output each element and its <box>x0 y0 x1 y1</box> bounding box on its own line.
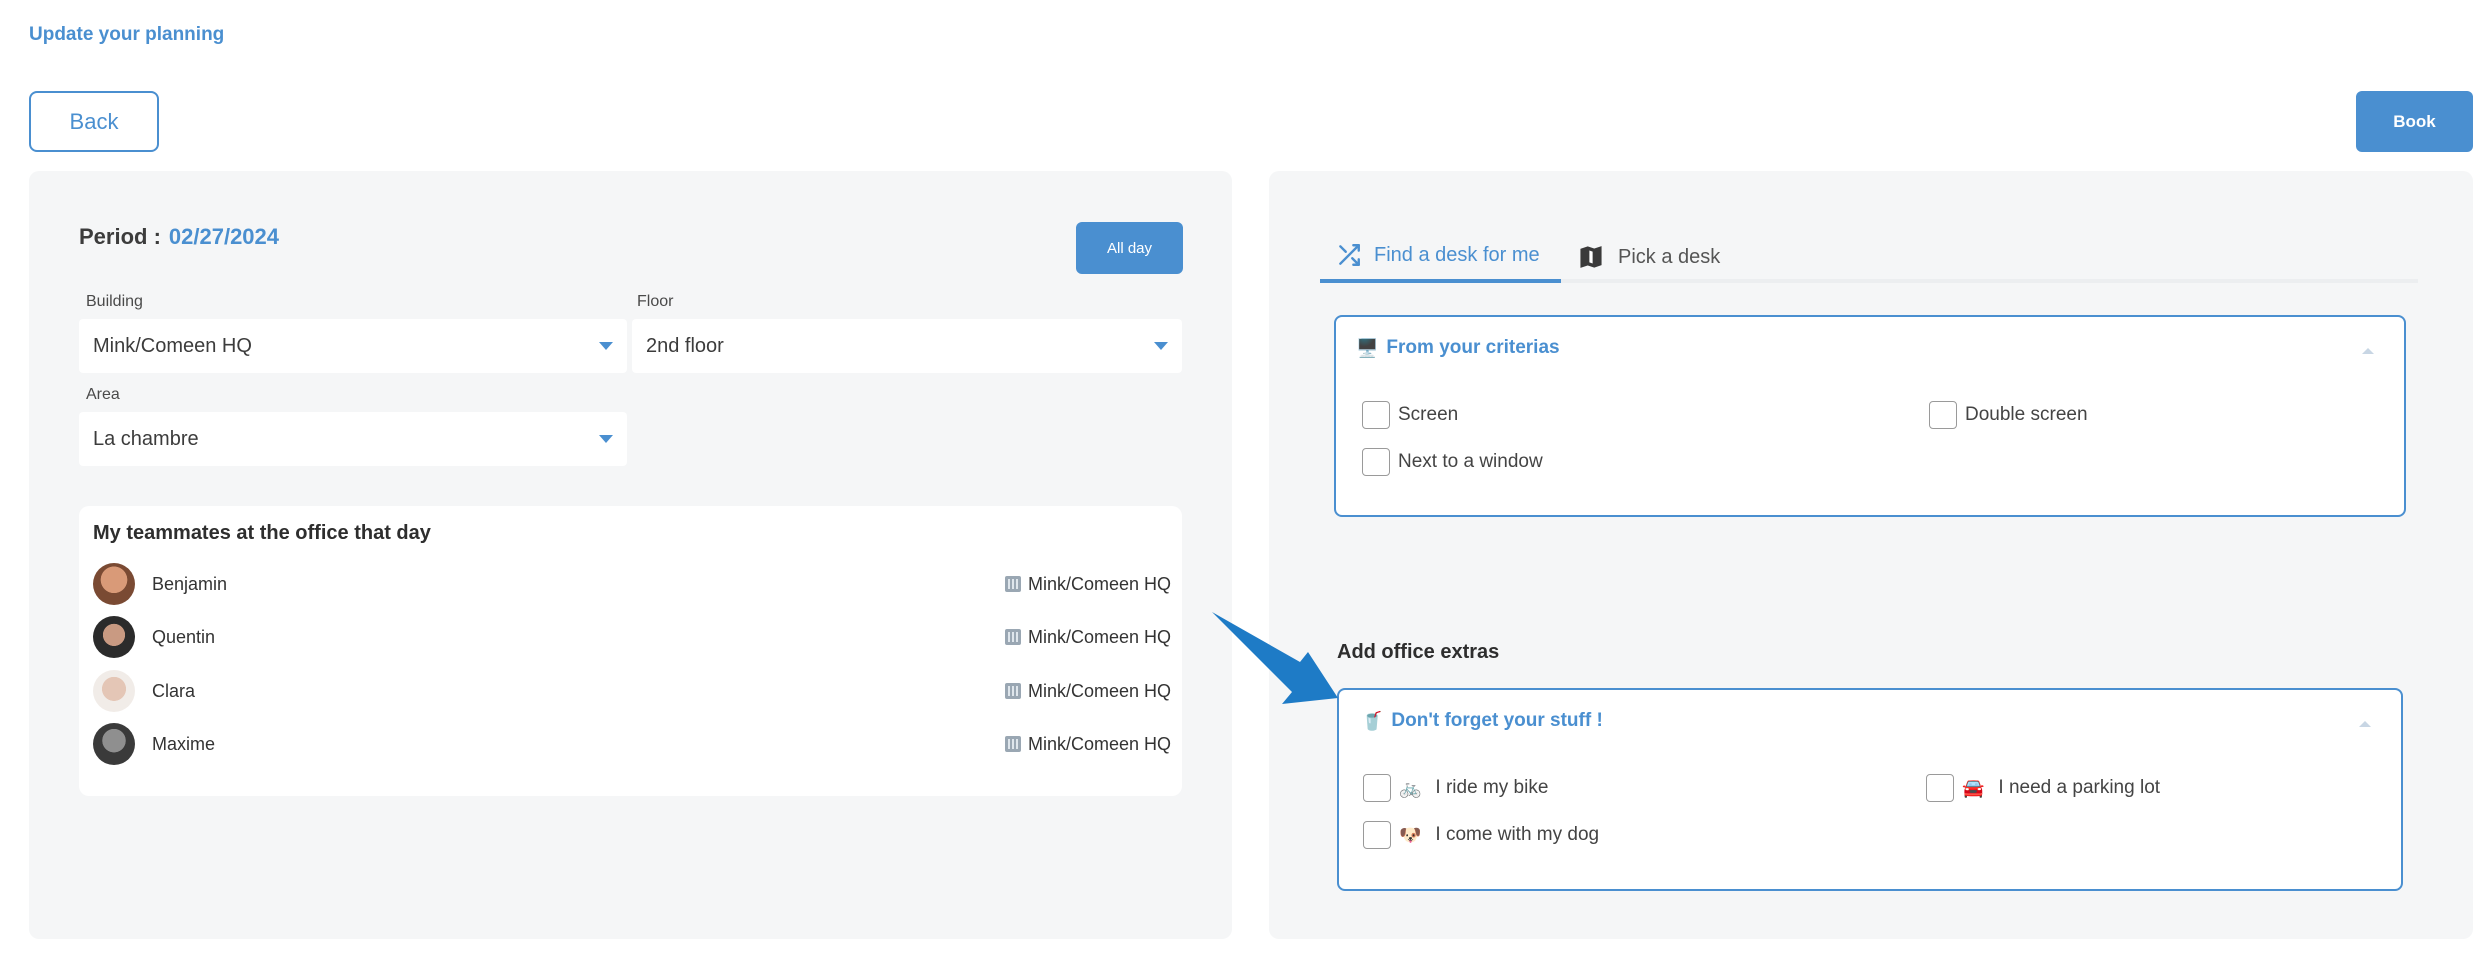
page-title: Update your planning <box>29 24 225 45</box>
teammate-location: Mink/Comeen HQ <box>1004 733 1171 755</box>
all-day-button[interactable]: All day <box>1076 222 1183 274</box>
chevron-down-icon <box>599 342 613 350</box>
area-label: Area <box>86 386 120 403</box>
window-checkbox[interactable] <box>1362 448 1390 476</box>
teammate-name: Maxime <box>152 733 216 754</box>
stuff-title: Don't forget your stuff ! <box>1391 710 1603 731</box>
chevron-down-icon <box>599 435 613 443</box>
teammate-name: Clara <box>152 680 196 701</box>
shuffle-icon <box>1339 244 1360 266</box>
floor-value: 2nd floor <box>646 334 724 357</box>
desktop-icon: 🖥️ <box>1356 337 1379 358</box>
floor-select[interactable]: 2nd floor <box>632 319 1182 373</box>
extra-option-label: I come with my dog <box>1435 824 1600 845</box>
area-select[interactable]: La chambre <box>79 412 627 466</box>
extra-option-label: I ride my bike <box>1435 777 1549 798</box>
criteria-option-label: Next to a window <box>1398 451 1543 472</box>
teammate-location-text: Mink/Comeen HQ <box>1027 680 1171 701</box>
teammates-card: My teammates at the office that day Benj… <box>79 506 1182 796</box>
teammate-location-text: Mink/Comeen HQ <box>1027 573 1171 594</box>
book-button[interactable]: Book <box>2356 91 2473 152</box>
stuff-card: 🥤 Don't forget your stuff ! 🚲 I ride my … <box>1337 688 2403 891</box>
criteria-card: 🖥️ From your criterias Screen Double scr… <box>1334 315 2406 517</box>
extra-option-label: I need a parking lot <box>1998 777 2161 798</box>
teammate-location: Mink/Comeen HQ <box>1004 680 1171 702</box>
tab-pick-desk[interactable]: Pick a desk <box>1578 231 1720 283</box>
avatar <box>93 723 135 765</box>
building-icon <box>1004 629 1021 645</box>
extra-option-parking[interactable]: 🚘 I need a parking lot <box>1926 774 2160 802</box>
bike-icon: 🚲 <box>1399 777 1422 798</box>
criteria-title: From your criterias <box>1386 337 1560 358</box>
criteria-header[interactable]: 🖥️ From your criterias <box>1356 337 1560 359</box>
teammate-location: Mink/Comeen HQ <box>1004 573 1171 595</box>
bike-checkbox[interactable] <box>1363 774 1391 802</box>
car-icon: 🚘 <box>1962 777 1985 798</box>
desk-selection-panel: Find a desk for me Pick a desk 🖥️ From y… <box>1269 171 2473 939</box>
building-icon <box>1004 576 1021 592</box>
tab-find-desk-label: Find a desk for me <box>1374 243 1540 266</box>
dog-checkbox[interactable] <box>1363 821 1391 849</box>
annotation-arrow <box>1212 612 1338 704</box>
teammate-row: Quentin Mink/Comeen HQ <box>93 616 1173 658</box>
period-label: Period : <box>79 224 161 249</box>
desk-tabs: Find a desk for me Pick a desk <box>1320 231 2418 283</box>
teammates-title: My teammates at the office that day <box>93 522 431 544</box>
teammate-location-text: Mink/Comeen HQ <box>1027 626 1171 647</box>
criteria-option-screen[interactable]: Screen <box>1362 401 1458 429</box>
criteria-option-label: Screen <box>1398 404 1459 425</box>
building-label: Building <box>86 293 143 310</box>
extra-option-dog[interactable]: 🐶 I come with my dog <box>1363 821 1599 849</box>
teammate-row: Benjamin Mink/Comeen HQ <box>93 563 1173 605</box>
criteria-option-label: Double screen <box>1965 404 2088 425</box>
avatar <box>93 670 135 712</box>
cup-icon: 🥤 <box>1361 710 1384 731</box>
criteria-option-window[interactable]: Next to a window <box>1362 448 1543 476</box>
period: Period : 02/27/2024 <box>79 224 279 250</box>
building-select[interactable]: Mink/Comeen HQ <box>79 319 627 373</box>
screen-checkbox[interactable] <box>1362 401 1390 429</box>
parking-checkbox[interactable] <box>1926 774 1954 802</box>
chevron-up-icon[interactable] <box>2359 721 2371 727</box>
building-icon <box>1004 683 1021 699</box>
floor-label: Floor <box>637 293 674 310</box>
avatar <box>93 563 135 605</box>
teammate-name: Benjamin <box>152 573 228 594</box>
chevron-up-icon[interactable] <box>2362 348 2374 354</box>
teammate-location: Mink/Comeen HQ <box>1004 626 1171 648</box>
area-value: La chambre <box>93 427 199 450</box>
chevron-down-icon <box>1154 342 1168 350</box>
teammate-row: Maxime Mink/Comeen HQ <box>93 723 1173 765</box>
teammate-location-text: Mink/Comeen HQ <box>1027 733 1171 754</box>
back-button[interactable]: Back <box>29 91 159 152</box>
teammate-row: Clara Mink/Comeen HQ <box>93 670 1173 712</box>
avatar <box>93 616 135 658</box>
tab-pick-desk-label: Pick a desk <box>1618 245 1721 268</box>
tab-find-desk[interactable]: Find a desk for me <box>1320 231 1561 283</box>
dog-icon: 🐶 <box>1399 824 1422 845</box>
period-date[interactable]: 02/27/2024 <box>169 224 279 249</box>
map-icon <box>1580 246 1602 268</box>
extra-option-bike[interactable]: 🚲 I ride my bike <box>1363 774 1548 802</box>
double-screen-checkbox[interactable] <box>1929 401 1957 429</box>
criteria-option-double-screen[interactable]: Double screen <box>1929 401 2088 429</box>
teammate-name: Quentin <box>152 626 216 647</box>
stuff-header[interactable]: 🥤 Don't forget your stuff ! <box>1361 710 1603 732</box>
building-icon <box>1004 736 1021 752</box>
booking-details-panel: Period : 02/27/2024 All day Building Mink… <box>29 171 1232 939</box>
extras-title: Add office extras <box>1337 641 1500 663</box>
building-value: Mink/Comeen HQ <box>93 334 252 357</box>
